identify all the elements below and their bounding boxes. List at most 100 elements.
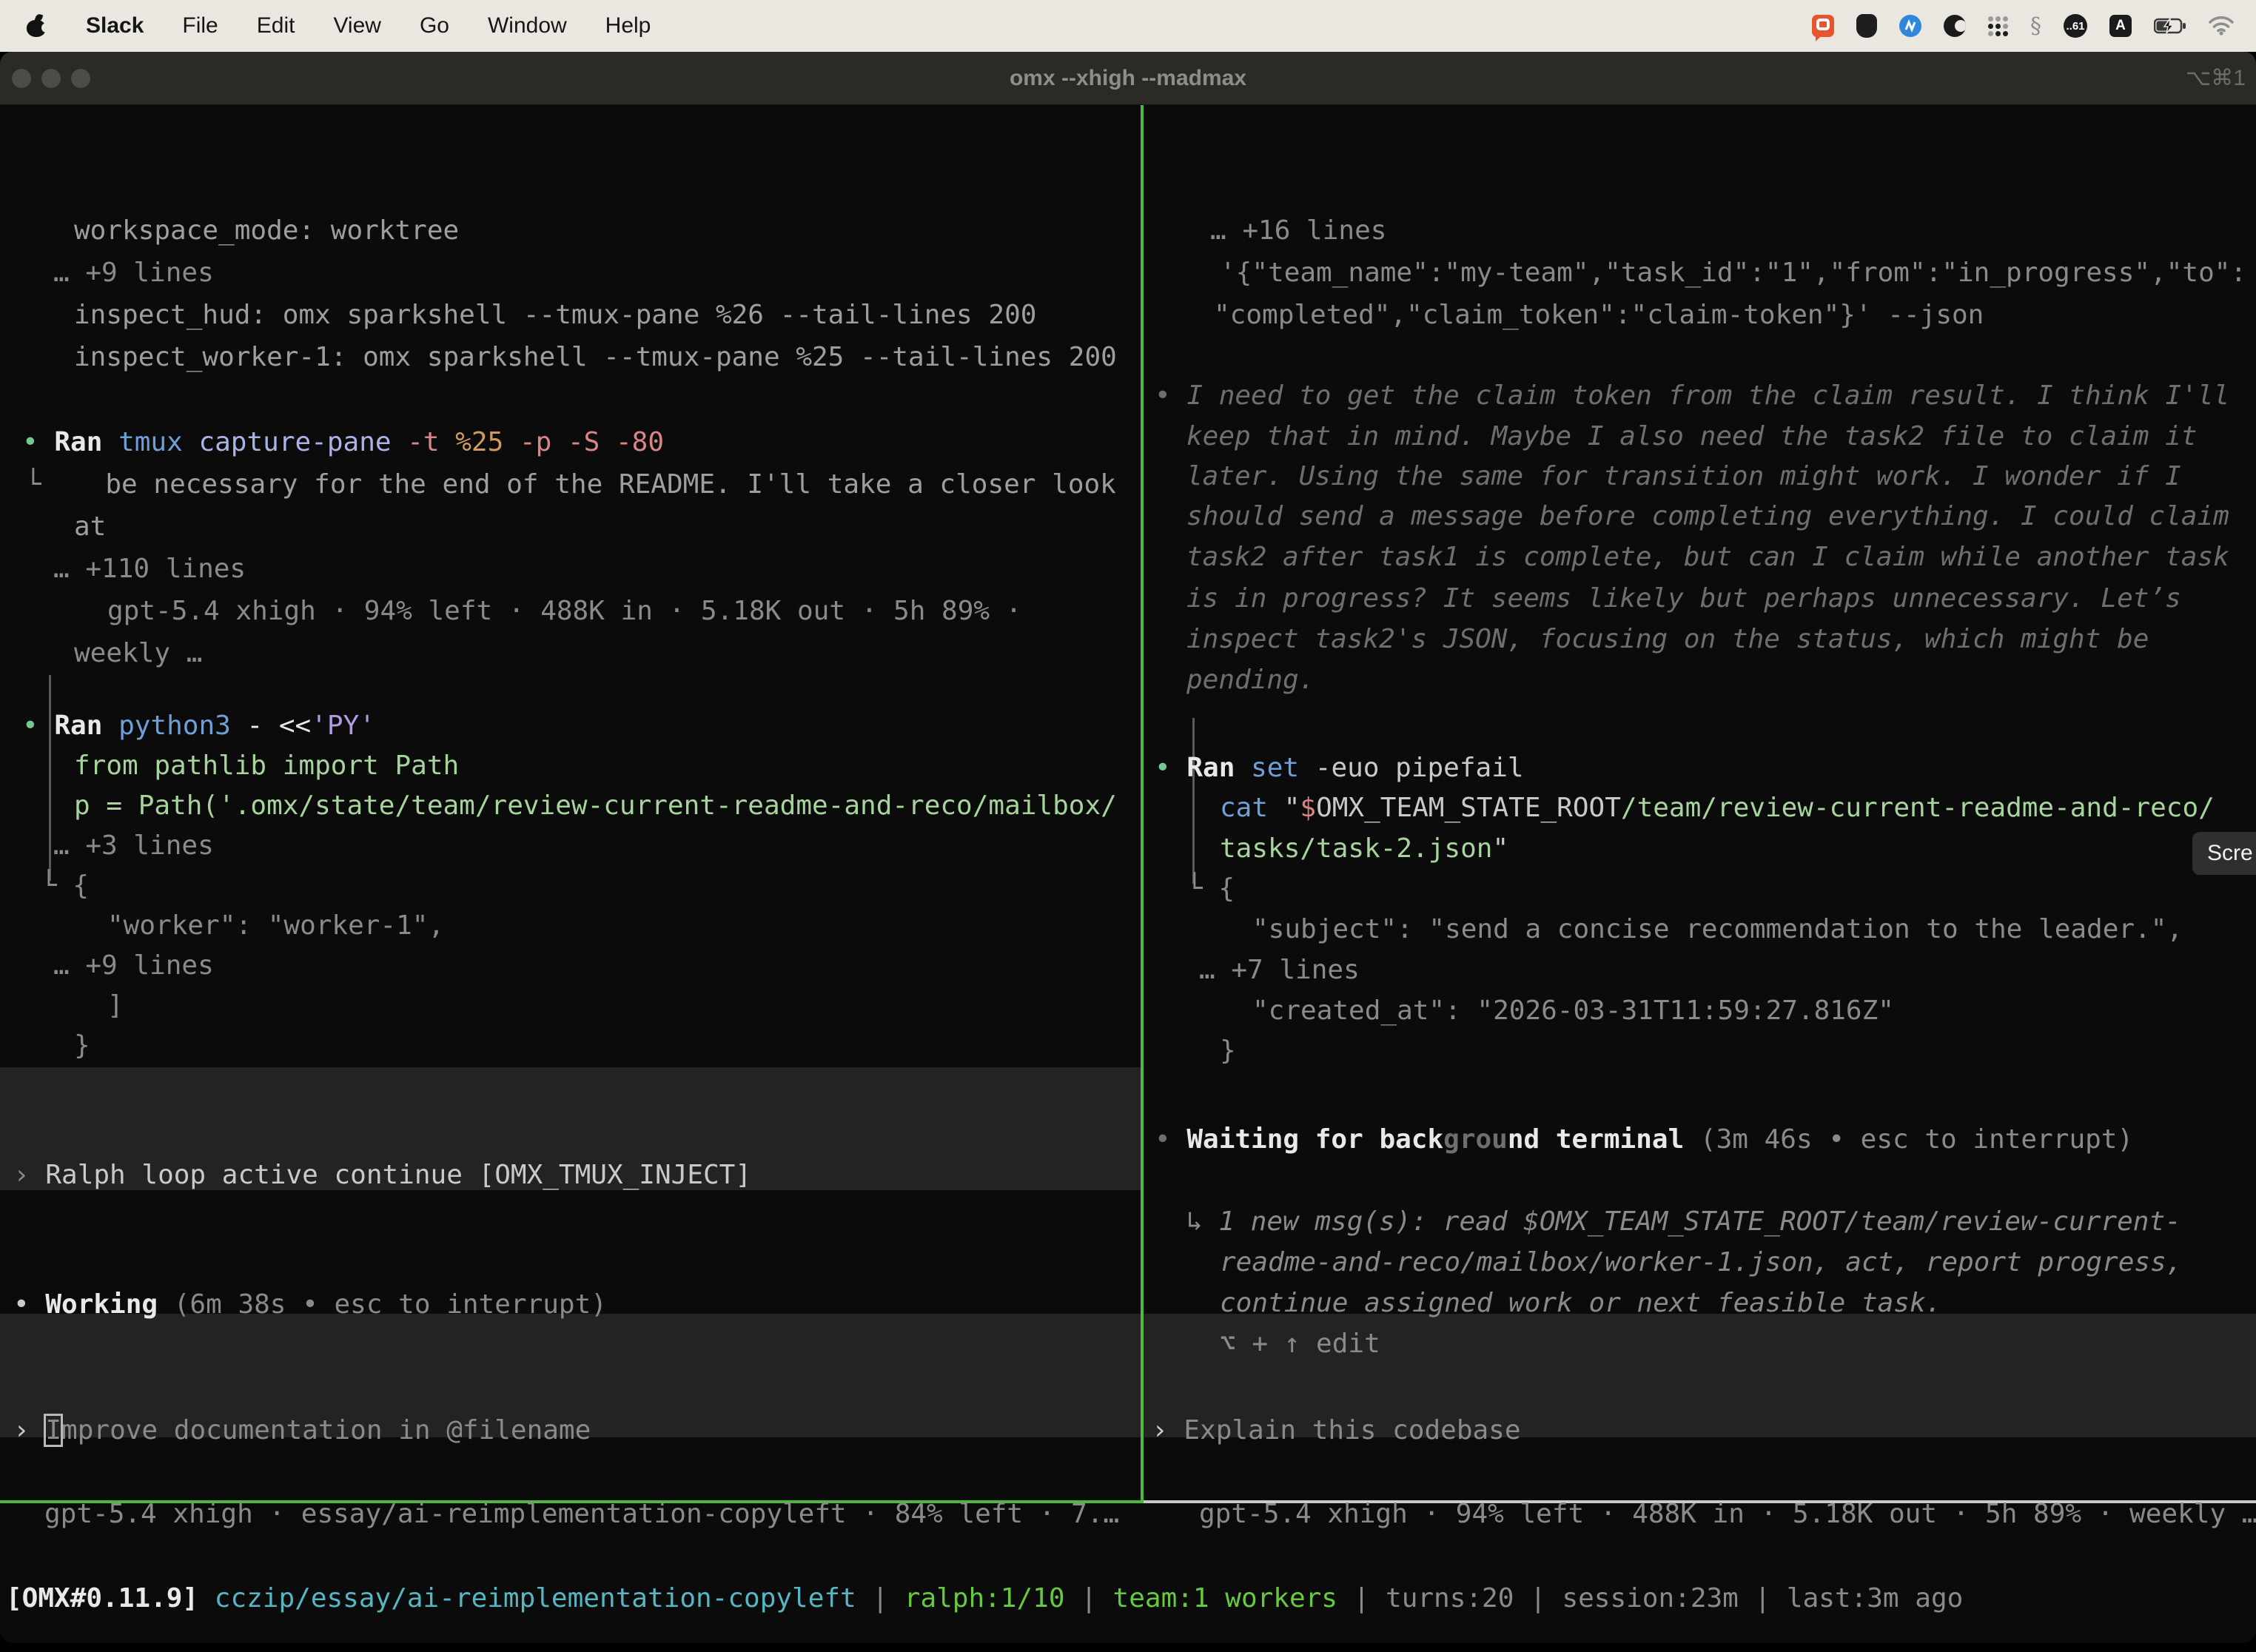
text-segment: -p -S -80 [503, 427, 664, 457]
menu-item-slack[interactable]: Slack [67, 13, 163, 38]
squiggle-icon[interactable]: § [2030, 13, 2041, 39]
text-segment: tasks/task-2.json [1220, 833, 1492, 864]
text-segment: mprove documentation in @filename [61, 1415, 591, 1446]
menu-item-help[interactable]: Help [586, 13, 671, 38]
terminal-line: ] [107, 985, 124, 1026]
text-segment: Working [45, 1289, 158, 1320]
text-segment: /team/review-current-readme-and-reco/ [1621, 793, 2215, 823]
terminal-line: • Working (6m 38s • esc to interrupt) [13, 1284, 607, 1325]
terminal-line: } [74, 1025, 90, 1066]
text-segment: " [1492, 833, 1508, 864]
text-segment: task2 after task1 is complete, but can I… [1186, 542, 2229, 572]
terminal-line: weekly … [74, 633, 202, 674]
text-segment: ] [107, 990, 124, 1021]
count-badge-icon[interactable]: ..61 [2064, 14, 2087, 38]
text-segment: '{"team_name":"my-team","task_id":"1","f… [1220, 258, 2246, 288]
text-segment: Ran [54, 711, 102, 741]
text-segment: later. Using the same for transition mig… [1186, 461, 2181, 491]
text-segment: team:1 workers [1113, 1583, 1337, 1614]
dots-grid-icon[interactable] [1988, 16, 2008, 36]
menu-bar: SlackFileEditViewGoWindowHelp § ..61 A [0, 0, 2256, 52]
shield-grid-icon[interactable] [1856, 14, 1877, 38]
text-segment: ⌥ + ↑ edit [1220, 1329, 1380, 1359]
pane-divider-vertical[interactable] [1141, 105, 1144, 1500]
terminal-line: readme-and-reco/mailbox/worker-1.json, a… [1220, 1242, 2182, 1283]
terminal-line: at [74, 506, 106, 547]
text-segment: • [22, 711, 54, 741]
text-segment: inspect task2's JSON, focusing on the st… [1186, 624, 2149, 654]
menu-item-go[interactable]: Go [400, 13, 469, 38]
text-segment: › [1152, 1415, 1184, 1446]
terminal-line: • Ran python3 - <<'PY' [22, 705, 375, 746]
terminal-line: task2 after task1 is complete, but can I… [1186, 537, 2229, 577]
text-segment: | [1514, 1583, 1562, 1614]
text-segment: (6m 38s • esc to interrupt) [158, 1289, 607, 1320]
terminal-line: • Waiting for background terminal (3m 46… [1155, 1119, 2133, 1160]
text-segment: "completed","claim_token":"claim-token"}… [1214, 300, 1984, 330]
terminal-line: … +3 lines [53, 825, 214, 866]
terminal-line: should send a message before completing … [1186, 496, 2229, 537]
text-segment: gpt-5.4 xhigh · 94% left · 488K in · 5.1… [1199, 1499, 2256, 1529]
wifi-icon[interactable] [2209, 16, 2234, 36]
text-segment: I [45, 1415, 61, 1446]
battery-icon[interactable] [2154, 17, 2186, 35]
apple-icon[interactable] [27, 15, 46, 37]
text-segment: last:3m ago [1787, 1583, 1963, 1614]
text-segment: | [856, 1583, 904, 1614]
text-segment: … +16 lines [1210, 215, 1386, 246]
text-segment: turns:20 [1386, 1583, 1514, 1614]
text-segment: … +110 lines [53, 554, 246, 584]
text-segment: ralph:1/10 [904, 1583, 1065, 1614]
text-segment: keep that in mind. Maybe I also need the… [1186, 421, 2197, 451]
text-segment [102, 711, 118, 741]
text-segment: Ran [1186, 753, 1235, 783]
terminal-line: └ { [1186, 868, 1235, 909]
text-segment: should send a message before completing … [1186, 501, 2229, 531]
text-segment: └ [25, 469, 41, 500]
text-segment: • [22, 427, 54, 457]
text-segment: (3m 46s • esc to interrupt) [1684, 1124, 2133, 1155]
terminal-line: › Ralph loop active continue [OMX_TMUX_I… [13, 1155, 751, 1195]
text-segment: Explain this codebase [1184, 1415, 1520, 1446]
screen-tooltip: Scre [2192, 832, 2256, 875]
terminal-line: "subject": "send a concise recommendatio… [1252, 909, 2183, 950]
text-segment: "created_at": "2026-03-31T11:59:27.816Z" [1252, 995, 1894, 1026]
menu-items: SlackFileEditViewGoWindowHelp [67, 13, 670, 38]
text-segment: Ran [54, 427, 102, 457]
menu-item-view[interactable]: View [314, 13, 400, 38]
text-segment: -t [392, 427, 440, 457]
text-segment: workspace_mode: worktree [74, 215, 459, 246]
chat-icon[interactable] [1812, 15, 1834, 37]
text-segment: … +9 lines [53, 258, 214, 288]
terminal-line: • I need to get the claim token from the… [1155, 375, 2229, 416]
crescent-icon[interactable] [1944, 15, 1966, 37]
text-segment: { [1218, 873, 1235, 904]
terminal-line: gpt-5.4 xhigh · essay/ai-reimplementatio… [44, 1494, 1119, 1534]
text-segment: at [74, 511, 106, 542]
text-segment: nd terminal [1508, 1124, 1684, 1155]
text-segment: } [1220, 1035, 1236, 1066]
text-segment: • [1155, 1124, 1186, 1155]
title-bar[interactable]: omx --xhigh --madmax ⌥⌘1 [0, 52, 2256, 105]
text-segment: ↳ [1186, 1206, 1218, 1237]
text-segment: weekly … [74, 638, 202, 668]
terminal-line: continue assigned work or next feasible … [1220, 1283, 1941, 1323]
text-segment: continue assigned work or next feasible … [1220, 1288, 1941, 1318]
terminal-line: '{"team_name":"my-team","task_id":"1","f… [1220, 252, 2246, 293]
blue-badge-icon[interactable] [1899, 15, 1921, 37]
menu-item-file[interactable]: File [163, 13, 237, 38]
text-segment: › [13, 1160, 45, 1190]
text-segment: OMX_TEAM_STATE_ROOT [1316, 793, 1621, 823]
text-segment: "worker": "worker-1", [107, 910, 444, 941]
terminal-line: • Ran tmux capture-pane -t %25 -p -S -80 [22, 422, 664, 463]
terminal-line: … +110 lines [53, 548, 246, 589]
terminal-content[interactable]: workspace_mode: worktree … +9 lines inspec… [0, 105, 2256, 1643]
text-segment: | [1065, 1583, 1113, 1614]
menu-item-edit[interactable]: Edit [238, 13, 315, 38]
text-segment: 'PY' [311, 711, 375, 741]
text-segment: … +7 lines [1199, 955, 1360, 985]
a-badge-icon[interactable]: A [2109, 15, 2132, 37]
terminal-line: ⌥ + ↑ edit [1220, 1323, 1380, 1364]
terminal-line: gpt-5.4 xhigh · 94% left · 488K in · 5.1… [107, 591, 1021, 631]
menu-item-window[interactable]: Window [469, 13, 586, 38]
